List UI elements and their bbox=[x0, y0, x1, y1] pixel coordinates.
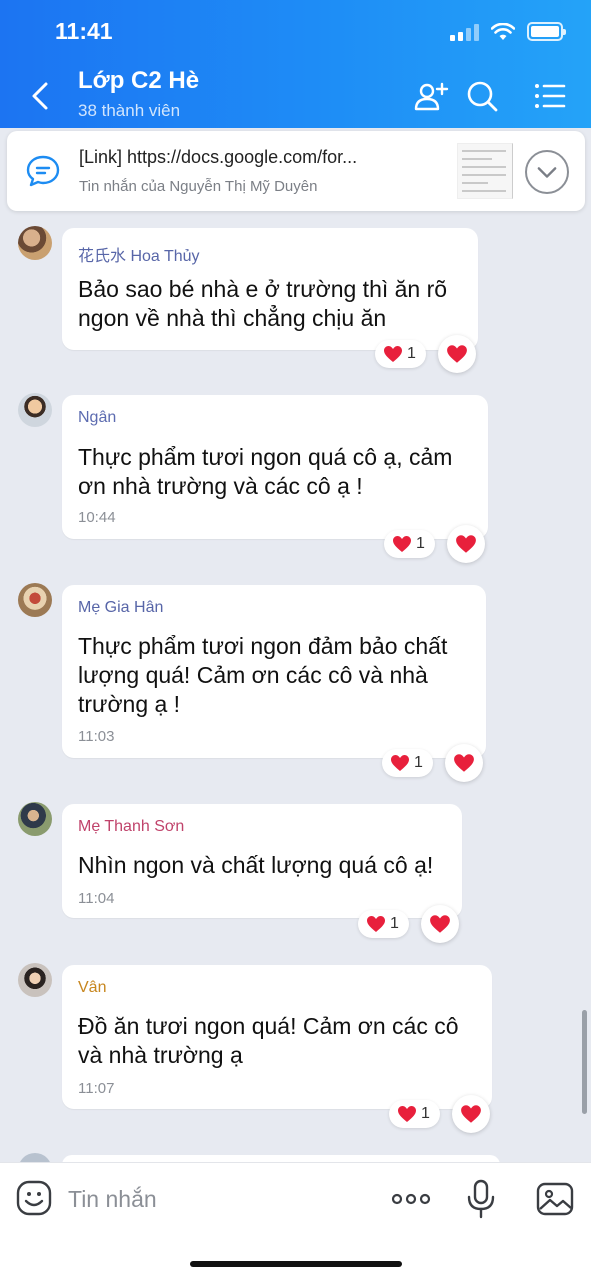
signal-icon bbox=[450, 23, 479, 41]
more-dots-icon[interactable] bbox=[391, 1191, 431, 1207]
message-text: Bảo sao bé nhà e ở trường thì ăn rõ ngon … bbox=[78, 276, 448, 331]
react-heart-button[interactable] bbox=[445, 744, 483, 782]
sender-name[interactable]: Vân bbox=[78, 979, 106, 997]
sender-name[interactable]: Ngân bbox=[78, 409, 116, 427]
menu-list-icon[interactable] bbox=[530, 76, 570, 116]
search-icon[interactable] bbox=[462, 76, 502, 116]
status-time: 11:41 bbox=[55, 18, 113, 44]
message-time: 10:44 bbox=[78, 509, 116, 526]
reaction-summary[interactable]: 1 bbox=[375, 340, 426, 368]
chat-bubble-icon bbox=[26, 155, 60, 187]
add-member-icon[interactable] bbox=[412, 76, 452, 116]
pinned-title: [Link] https://docs.google.com/for... bbox=[79, 147, 358, 167]
heart-icon bbox=[384, 346, 402, 362]
message-text: Đồ ăn tươi ngon quá! Cảm ơn các cô và nhà… bbox=[78, 1013, 459, 1068]
heart-icon bbox=[367, 916, 385, 932]
reaction-summary[interactable]: 1 bbox=[389, 1100, 440, 1128]
message-time: 11:04 bbox=[78, 890, 115, 907]
message-input-bar bbox=[0, 1162, 591, 1280]
avatar[interactable] bbox=[18, 393, 52, 427]
microphone-icon[interactable] bbox=[464, 1179, 498, 1219]
message-bubble[interactable]: Mẹ Gia Hân Thực phẩm tươi ngon đảm bảo c… bbox=[62, 585, 486, 758]
image-icon[interactable] bbox=[536, 1181, 574, 1217]
react-heart-button[interactable] bbox=[421, 905, 459, 943]
reaction-summary[interactable]: 1 bbox=[382, 749, 433, 777]
sender-name[interactable]: Mẹ Thanh Sơn bbox=[78, 818, 184, 836]
home-indicator bbox=[190, 1261, 402, 1267]
react-heart-button[interactable] bbox=[447, 525, 485, 563]
page-title[interactable]: Lớp C2 Hè bbox=[78, 67, 199, 95]
member-count[interactable]: 38 thành viên bbox=[78, 101, 180, 121]
avatar[interactable] bbox=[18, 963, 52, 997]
heart-icon bbox=[456, 535, 476, 553]
reaction-count: 1 bbox=[416, 535, 425, 552]
battery-icon bbox=[527, 22, 566, 41]
react-heart-button[interactable] bbox=[438, 335, 476, 373]
reaction-count: 1 bbox=[390, 915, 399, 932]
heart-icon bbox=[430, 915, 450, 933]
link-thumbnail[interactable] bbox=[457, 143, 513, 199]
pinned-message[interactable]: [Link] https://docs.google.com/for... Ti… bbox=[7, 131, 585, 211]
message-bubble[interactable]: Mẹ Thanh Sơn Nhìn ngon và chất lượng quá… bbox=[62, 804, 462, 918]
avatar[interactable] bbox=[18, 802, 52, 836]
message-text: Nhìn ngon và chất lượng quá cô ạ! bbox=[78, 852, 434, 878]
heart-icon bbox=[391, 755, 409, 771]
wifi-icon bbox=[491, 22, 515, 40]
sender-name[interactable]: Mẹ Gia Hân bbox=[78, 599, 163, 617]
heart-icon bbox=[461, 1105, 481, 1123]
reaction-count: 1 bbox=[421, 1105, 430, 1122]
reaction-count: 1 bbox=[407, 345, 416, 362]
emoji-icon[interactable] bbox=[16, 1180, 52, 1216]
chevron-down-icon[interactable] bbox=[525, 150, 569, 194]
pinned-subtitle: Tin nhắn của Nguyễn Thị Mỹ Duyên bbox=[79, 178, 318, 195]
status-icons bbox=[450, 22, 566, 41]
reaction-summary[interactable]: 1 bbox=[384, 530, 435, 558]
reaction-count: 1 bbox=[414, 754, 423, 771]
heart-icon bbox=[454, 754, 474, 772]
message-time: 11:03 bbox=[78, 728, 115, 745]
heart-icon bbox=[393, 536, 411, 552]
scrollbar[interactable] bbox=[582, 1010, 587, 1114]
heart-icon bbox=[398, 1106, 416, 1122]
message-bubble[interactable]: 花氏水 Hoa Thủy Bảo sao bé nhà e ở trường t… bbox=[62, 228, 478, 350]
avatar[interactable] bbox=[18, 226, 52, 260]
sender-name[interactable]: 花氏水 Hoa Thủy bbox=[78, 242, 200, 266]
chat-header: 11:41 Lớp C2 Hè 38 thành viên bbox=[0, 0, 591, 128]
reaction-summary[interactable]: 1 bbox=[358, 910, 409, 938]
message-text: Thực phẩm tươi ngon quá cô ạ, cảm ơn nhà … bbox=[78, 444, 453, 499]
back-chevron-icon[interactable] bbox=[24, 78, 60, 114]
message-text: Thực phẩm tươi ngon đảm bảo chất lượng qu… bbox=[78, 633, 448, 717]
message-time: 11:07 bbox=[78, 1080, 115, 1097]
avatar[interactable] bbox=[18, 583, 52, 617]
react-heart-button[interactable] bbox=[452, 1095, 490, 1133]
heart-icon bbox=[447, 345, 467, 363]
message-input[interactable] bbox=[68, 1183, 368, 1215]
message-bubble[interactable]: Ngân Thực phẩm tươi ngon quá cô ạ, cảm ơn… bbox=[62, 395, 488, 539]
message-bubble[interactable]: Vân Đồ ăn tươi ngon quá! Cảm ơn các cô và… bbox=[62, 965, 492, 1109]
